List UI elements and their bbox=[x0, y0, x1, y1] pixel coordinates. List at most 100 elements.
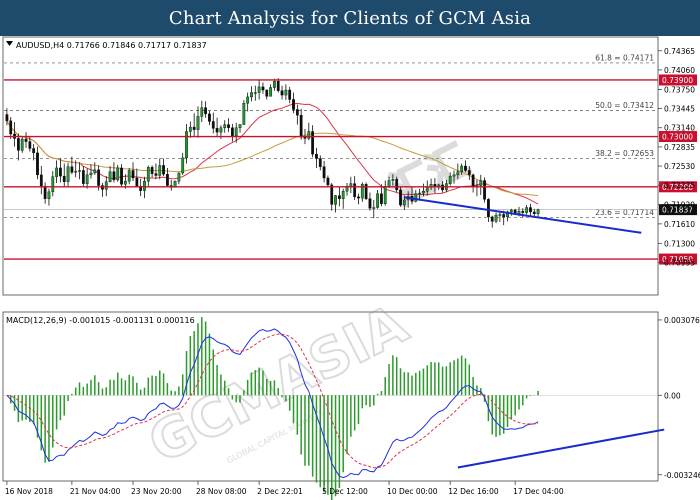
bear-candle bbox=[299, 114, 303, 138]
bull-candle bbox=[269, 87, 272, 97]
bull-candle bbox=[177, 172, 181, 182]
bull-candle bbox=[383, 185, 387, 204]
bear-candle bbox=[204, 107, 208, 115]
bear-candle bbox=[24, 138, 28, 142]
level-price-label: 0.73000 bbox=[662, 133, 693, 142]
bear-candle bbox=[150, 167, 154, 174]
bear-candle bbox=[192, 126, 196, 130]
bull-candle bbox=[498, 214, 502, 216]
bear-candle bbox=[112, 171, 116, 181]
price-tick-label: 0.71300 bbox=[664, 239, 695, 248]
bull-candle bbox=[93, 169, 97, 174]
bull-candle bbox=[257, 86, 261, 93]
bear-candle bbox=[28, 141, 32, 149]
bull-candle bbox=[116, 167, 120, 181]
main-panel-frame bbox=[2, 36, 659, 296]
bear-candle bbox=[318, 158, 322, 167]
fib-label: 61.8 = 0.74171 bbox=[595, 53, 654, 62]
bull-candle bbox=[250, 92, 253, 98]
bull-candle bbox=[158, 165, 162, 176]
bull-candle bbox=[185, 131, 188, 159]
header-bar: Chart Analysis for Clients of GCM Asia bbox=[0, 0, 700, 36]
time-tick-label: 17 Dec 04:00 bbox=[513, 487, 564, 496]
bear-candle bbox=[467, 170, 471, 176]
bear-candle bbox=[166, 174, 169, 186]
bull-candle bbox=[238, 124, 242, 128]
bear-candle bbox=[230, 127, 234, 137]
bull-candle bbox=[234, 127, 238, 137]
bear-candle bbox=[39, 174, 43, 187]
bull-candle bbox=[376, 193, 379, 208]
bear-candle bbox=[208, 113, 211, 122]
bear-candle bbox=[471, 174, 475, 187]
symbol-info: AUDUSD,H4 0.71766 0.71846 0.71717 0.7183… bbox=[16, 41, 207, 50]
bull-candle bbox=[402, 199, 406, 206]
bear-candle bbox=[330, 184, 334, 205]
bull-candle bbox=[200, 107, 204, 117]
price-chart[interactable]: GCMASIA 汇汇 GLOBAL CAPITAL MARKETS 61.8 =… bbox=[0, 36, 700, 500]
bear-candle bbox=[261, 86, 265, 91]
bull-candle bbox=[188, 126, 192, 132]
bear-candle bbox=[399, 189, 402, 206]
macd-tick-label: -0.003246 bbox=[664, 471, 700, 480]
bear-candle bbox=[395, 179, 399, 191]
bear-candle bbox=[303, 136, 307, 139]
level-price-label: 0.73900 bbox=[662, 76, 693, 85]
price-tick-label: 0.74060 bbox=[664, 66, 695, 75]
bear-candle bbox=[295, 109, 299, 116]
price-tick-label: 0.73140 bbox=[664, 124, 695, 133]
bear-candle bbox=[276, 81, 280, 91]
bull-candle bbox=[525, 207, 529, 213]
bear-candle bbox=[97, 169, 101, 186]
bull-candle bbox=[181, 157, 185, 174]
bear-candle bbox=[32, 148, 36, 154]
bull-candle bbox=[509, 209, 513, 213]
bear-candle bbox=[131, 170, 135, 179]
bear-candle bbox=[464, 165, 467, 171]
bear-candle bbox=[311, 131, 315, 155]
bear-candle bbox=[211, 121, 215, 129]
price-tick-label: 0.72835 bbox=[664, 143, 695, 152]
bear-candle bbox=[502, 214, 506, 218]
bear-candle bbox=[162, 165, 165, 175]
bull-candle bbox=[108, 171, 112, 182]
bear-candle bbox=[43, 185, 47, 199]
bull-candle bbox=[146, 167, 150, 182]
time-tick-label: 21 Nov 04:00 bbox=[70, 487, 121, 496]
bull-candle bbox=[223, 124, 227, 128]
macd-tick-label: 0.00 bbox=[664, 391, 681, 400]
time-axis: 16 Nov 2018 21 Nov 04:00 23 Nov 20:00 28 No… bbox=[5, 481, 564, 496]
bear-candle bbox=[487, 199, 490, 218]
bull-candle bbox=[219, 127, 223, 133]
bull-candle bbox=[536, 209, 540, 215]
time-tick-label: 23 Nov 20:00 bbox=[131, 487, 182, 496]
bull-candle bbox=[246, 96, 250, 104]
bull-candle bbox=[253, 92, 257, 94]
bull-candle bbox=[78, 170, 81, 172]
price-tick-label: 0.70995 bbox=[664, 259, 695, 268]
bull-candle bbox=[55, 167, 58, 177]
fib-label: 38.2 = 0.72653 bbox=[595, 149, 654, 158]
bear-candle bbox=[490, 216, 494, 222]
bull-candle bbox=[74, 170, 78, 173]
bull-candle bbox=[391, 179, 395, 181]
bear-candle bbox=[288, 89, 292, 100]
bull-candle bbox=[196, 116, 200, 130]
bull-candle bbox=[448, 175, 452, 184]
price-tick-label: 0.71920 bbox=[664, 200, 695, 209]
time-tick-label: 5 Dec 12:00 bbox=[322, 487, 368, 496]
bull-candle bbox=[307, 131, 311, 139]
bull-candle bbox=[334, 195, 337, 205]
bear-candle bbox=[322, 166, 326, 179]
bear-candle bbox=[380, 193, 383, 204]
bull-candle bbox=[123, 180, 127, 185]
bull-candle bbox=[66, 166, 70, 182]
bear-candle bbox=[529, 207, 532, 213]
bear-candle bbox=[368, 198, 372, 209]
bear-candle bbox=[483, 180, 486, 200]
bull-candle bbox=[372, 207, 376, 209]
bull-candle bbox=[20, 138, 24, 151]
bull-candle bbox=[143, 180, 146, 191]
bull-candle bbox=[89, 172, 93, 176]
bull-candle bbox=[127, 170, 131, 182]
